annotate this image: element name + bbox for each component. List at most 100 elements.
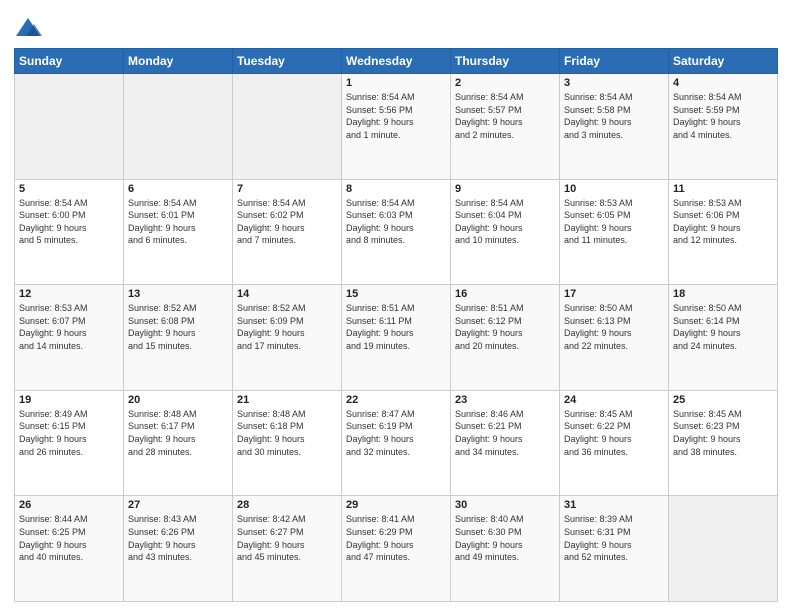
weekday-header-tuesday: Tuesday (233, 49, 342, 74)
day-info: Sunrise: 8:54 AMSunset: 5:58 PMDaylight:… (564, 91, 664, 141)
day-info: Sunrise: 8:48 AMSunset: 6:18 PMDaylight:… (237, 408, 337, 458)
header (14, 10, 778, 42)
day-info: Sunrise: 8:47 AMSunset: 6:19 PMDaylight:… (346, 408, 446, 458)
day-number: 2 (455, 77, 555, 89)
day-cell-8: 8 Sunrise: 8:54 AMSunset: 6:03 PMDaylight… (342, 179, 451, 285)
day-number: 30 (455, 499, 555, 511)
day-info: Sunrise: 8:52 AMSunset: 6:08 PMDaylight:… (128, 302, 228, 352)
day-number: 10 (564, 183, 664, 195)
logo (14, 14, 46, 42)
day-info: Sunrise: 8:41 AMSunset: 6:29 PMDaylight:… (346, 513, 446, 563)
day-number: 3 (564, 77, 664, 89)
week-row-4: 26 Sunrise: 8:44 AMSunset: 6:25 PMDayligh… (15, 496, 778, 602)
weekday-header-row: SundayMondayTuesdayWednesdayThursdayFrid… (15, 49, 778, 74)
day-cell-9: 9Sunrise: 8:54 AMSunset: 6:04 PMDaylight… (451, 179, 560, 285)
calendar-header: SundayMondayTuesdayWednesdayThursdayFrid… (15, 49, 778, 74)
day-cell-2: 2 Sunrise: 8:54 AMSunset: 5:57 PMDaylight… (451, 74, 560, 180)
day-info: Sunrise: 8:50 AMSunset: 6:13 PMDaylight:… (564, 302, 664, 352)
day-info: Sunrise: 8:54 AMSunset: 6:04 PMDaylight:… (455, 197, 555, 247)
empty-cell (15, 74, 124, 180)
day-info: Sunrise: 8:54 AMSunset: 5:59 PMDaylight:… (673, 91, 773, 141)
day-info: Sunrise: 8:45 AMSunset: 6:22 PMDaylight:… (564, 408, 664, 458)
calendar-body: 1 Sunrise: 8:54 AMSunset: 5:56 PMDaylight… (15, 74, 778, 602)
day-info: Sunrise: 8:48 AMSunset: 6:17 PMDaylight:… (128, 408, 228, 458)
day-number: 26 (19, 499, 119, 511)
day-info: Sunrise: 8:53 AMSunset: 6:05 PMDaylight:… (564, 197, 664, 247)
day-info: Sunrise: 8:42 AMSunset: 6:27 PMDaylight:… (237, 513, 337, 563)
day-cell-19: 19 Sunrise: 8:49 AMSunset: 6:15 PMDayligh… (15, 390, 124, 496)
week-row-2: 12Sunrise: 8:53 AMSunset: 6:07 PMDayligh… (15, 285, 778, 391)
weekday-header-wednesday: Wednesday (342, 49, 451, 74)
day-number: 8 (346, 183, 446, 195)
day-cell-20: 20 Sunrise: 8:48 AMSunset: 6:17 PMDayligh… (124, 390, 233, 496)
day-number: 17 (564, 288, 664, 300)
empty-cell (124, 74, 233, 180)
day-cell-11: 11Sunrise: 8:53 AMSunset: 6:06 PMDayligh… (669, 179, 778, 285)
day-info: Sunrise: 8:54 AMSunset: 6:00 PMDaylight:… (19, 197, 119, 247)
day-cell-26: 26 Sunrise: 8:44 AMSunset: 6:25 PMDayligh… (15, 496, 124, 602)
day-number: 19 (19, 394, 119, 406)
day-info: Sunrise: 8:39 AMSunset: 6:31 PMDaylight:… (564, 513, 664, 563)
day-cell-15: 15 Sunrise: 8:51 AMSunset: 6:11 PMDayligh… (342, 285, 451, 391)
page: SundayMondayTuesdayWednesdayThursdayFrid… (0, 0, 792, 612)
weekday-header-sunday: Sunday (15, 49, 124, 74)
day-cell-31: 31 Sunrise: 8:39 AMSunset: 6:31 PMDayligh… (560, 496, 669, 602)
day-info: Sunrise: 8:43 AMSunset: 6:26 PMDaylight:… (128, 513, 228, 563)
day-cell-29: 29Sunrise: 8:41 AMSunset: 6:29 PMDayligh… (342, 496, 451, 602)
day-info: Sunrise: 8:49 AMSunset: 6:15 PMDaylight:… (19, 408, 119, 458)
day-info: Sunrise: 8:40 AMSunset: 6:30 PMDaylight:… (455, 513, 555, 563)
day-number: 25 (673, 394, 773, 406)
day-cell-4: 4 Sunrise: 8:54 AMSunset: 5:59 PMDaylight… (669, 74, 778, 180)
day-info: Sunrise: 8:54 AMSunset: 5:57 PMDaylight:… (455, 91, 555, 141)
day-info: Sunrise: 8:44 AMSunset: 6:25 PMDaylight:… (19, 513, 119, 563)
day-info: Sunrise: 8:54 AMSunset: 6:01 PMDaylight:… (128, 197, 228, 247)
day-number: 31 (564, 499, 664, 511)
day-number: 28 (237, 499, 337, 511)
day-number: 14 (237, 288, 337, 300)
day-cell-28: 28 Sunrise: 8:42 AMSunset: 6:27 PMDayligh… (233, 496, 342, 602)
weekday-header-monday: Monday (124, 49, 233, 74)
week-row-3: 19 Sunrise: 8:49 AMSunset: 6:15 PMDayligh… (15, 390, 778, 496)
logo-icon (14, 14, 42, 42)
day-cell-18: 18Sunrise: 8:50 AMSunset: 6:14 PMDayligh… (669, 285, 778, 391)
day-number: 6 (128, 183, 228, 195)
day-info: Sunrise: 8:52 AMSunset: 6:09 PMDaylight:… (237, 302, 337, 352)
day-info: Sunrise: 8:54 AMSunset: 6:02 PMDaylight:… (237, 197, 337, 247)
day-number: 7 (237, 183, 337, 195)
day-info: Sunrise: 8:54 AMSunset: 5:56 PMDaylight:… (346, 91, 446, 141)
day-info: Sunrise: 8:45 AMSunset: 6:23 PMDaylight:… (673, 408, 773, 458)
day-cell-17: 17 Sunrise: 8:50 AMSunset: 6:13 PMDayligh… (560, 285, 669, 391)
day-cell-1: 1 Sunrise: 8:54 AMSunset: 5:56 PMDaylight… (342, 74, 451, 180)
day-info: Sunrise: 8:50 AMSunset: 6:14 PMDaylight:… (673, 302, 773, 352)
day-number: 16 (455, 288, 555, 300)
day-cell-6: 6 Sunrise: 8:54 AMSunset: 6:01 PMDaylight… (124, 179, 233, 285)
day-cell-25: 25 Sunrise: 8:45 AMSunset: 6:23 PMDayligh… (669, 390, 778, 496)
week-row-1: 5Sunrise: 8:54 AMSunset: 6:00 PMDaylight… (15, 179, 778, 285)
weekday-header-thursday: Thursday (451, 49, 560, 74)
day-info: Sunrise: 8:53 AMSunset: 6:07 PMDaylight:… (19, 302, 119, 352)
day-number: 1 (346, 77, 446, 89)
weekday-header-saturday: Saturday (669, 49, 778, 74)
day-cell-16: 16 Sunrise: 8:51 AMSunset: 6:12 PMDayligh… (451, 285, 560, 391)
day-cell-22: 22Sunrise: 8:47 AMSunset: 6:19 PMDayligh… (342, 390, 451, 496)
day-number: 20 (128, 394, 228, 406)
day-number: 21 (237, 394, 337, 406)
day-cell-14: 14 Sunrise: 8:52 AMSunset: 6:09 PMDayligh… (233, 285, 342, 391)
day-info: Sunrise: 8:46 AMSunset: 6:21 PMDaylight:… (455, 408, 555, 458)
day-number: 15 (346, 288, 446, 300)
day-info: Sunrise: 8:54 AMSunset: 6:03 PMDaylight:… (346, 197, 446, 247)
day-number: 13 (128, 288, 228, 300)
empty-cell (669, 496, 778, 602)
calendar-table: SundayMondayTuesdayWednesdayThursdayFrid… (14, 48, 778, 602)
day-cell-23: 23 Sunrise: 8:46 AMSunset: 6:21 PMDayligh… (451, 390, 560, 496)
day-number: 27 (128, 499, 228, 511)
day-info: Sunrise: 8:51 AMSunset: 6:11 PMDaylight:… (346, 302, 446, 352)
day-cell-27: 27 Sunrise: 8:43 AMSunset: 6:26 PMDayligh… (124, 496, 233, 602)
day-cell-3: 3 Sunrise: 8:54 AMSunset: 5:58 PMDaylight… (560, 74, 669, 180)
day-cell-24: 24Sunrise: 8:45 AMSunset: 6:22 PMDayligh… (560, 390, 669, 496)
week-row-0: 1 Sunrise: 8:54 AMSunset: 5:56 PMDaylight… (15, 74, 778, 180)
day-number: 4 (673, 77, 773, 89)
day-number: 23 (455, 394, 555, 406)
weekday-header-friday: Friday (560, 49, 669, 74)
day-info: Sunrise: 8:51 AMSunset: 6:12 PMDaylight:… (455, 302, 555, 352)
